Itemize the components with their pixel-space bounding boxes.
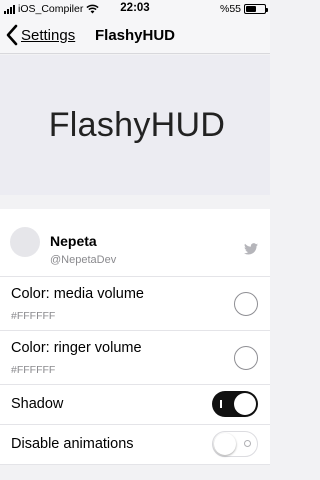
ringer-volume-color-cell[interactable]: Color: ringer volume #FFFFFF [0,331,270,385]
battery-percent: %55 [219,3,241,15]
ringer-volume-color-value: #FFFFFF [11,364,56,376]
avatar [10,227,40,257]
settings-list: Nepeta @NepetaDev Color: media volume #F… [0,209,270,465]
shadow-cell: Shadow [0,385,270,425]
media-volume-color-swatch[interactable] [234,292,258,316]
back-label: Settings [21,26,76,44]
header-banner: FlashyHUD [0,55,270,195]
media-volume-color-value: #FFFFFF [11,310,56,322]
chevron-left-icon [6,24,18,46]
toggle-on-mark [220,400,222,408]
status-right: %55 [219,3,268,15]
battery-icon [244,4,268,14]
toggle-knob [214,433,236,455]
disable-animations-cell: Disable animations [0,425,270,465]
disable-animations-label: Disable animations [11,436,134,452]
twitter-icon [244,243,258,255]
banner-title: FlashyHUD [48,105,226,144]
media-volume-color-label: Color: media volume [11,286,144,302]
disable-animations-toggle[interactable] [212,431,258,457]
battery-fill [246,6,256,12]
status-bar: iOS_Compiler 22:03 %55 [0,0,270,18]
shadow-label: Shadow [11,396,64,412]
toggle-off-mark [244,440,251,447]
navigation-bar: Settings FlashyHUD [0,18,270,54]
nav-title: FlashyHUD [95,27,176,44]
ringer-volume-color-label: Color: ringer volume [11,340,142,356]
toggle-knob [234,393,256,415]
developer-cell[interactable]: Nepeta @NepetaDev [0,209,270,277]
back-button[interactable]: Settings [5,24,75,46]
developer-name: Nepeta [50,233,97,249]
media-volume-color-cell[interactable]: Color: media volume #FFFFFF [0,277,270,331]
developer-handle: @NepetaDev [50,254,117,266]
shadow-toggle[interactable] [212,391,258,417]
ringer-volume-color-swatch[interactable] [234,346,258,370]
